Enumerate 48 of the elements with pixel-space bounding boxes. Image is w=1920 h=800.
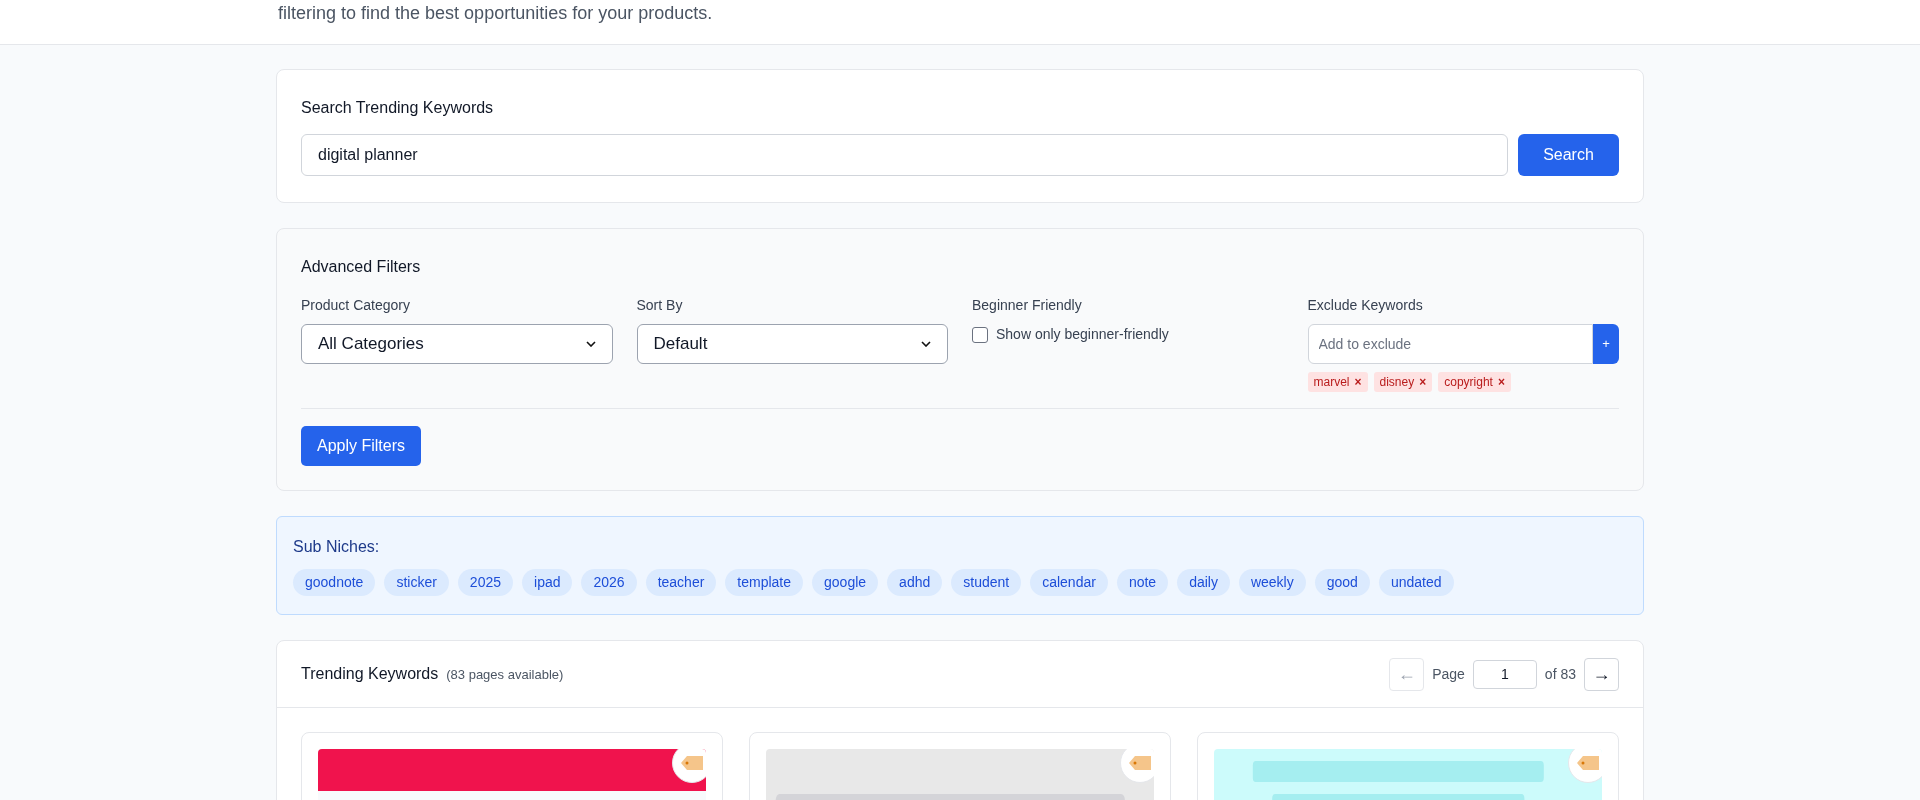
remove-button[interactable]: × xyxy=(1419,373,1427,391)
sub-niche-chip[interactable]: sticker xyxy=(384,569,449,596)
page-label: Page xyxy=(1432,664,1465,684)
sub-niche-chip[interactable]: goodnote xyxy=(293,569,376,596)
apply-filters-button[interactable]: Apply Filters xyxy=(301,426,422,466)
sub-niche-chip[interactable]: weekly xyxy=(1238,569,1306,596)
sub-niches-title: Sub Niches: xyxy=(293,537,381,557)
filter-label: Sort By xyxy=(636,296,684,315)
add-button[interactable]: + xyxy=(1593,324,1619,364)
sub-niche-chip[interactable]: daily xyxy=(1177,569,1230,596)
checkbox[interactable] xyxy=(972,326,988,343)
exclude-tag: marvel × xyxy=(1307,372,1368,392)
sub-niche-chip[interactable]: good xyxy=(1314,569,1370,596)
sub-niche-chip[interactable]: adhd xyxy=(887,569,943,596)
sub-niche-chip[interactable]: google xyxy=(812,569,879,596)
checkbox-label: Show only beginner-friendly xyxy=(996,325,1169,344)
sub-niche-chip[interactable]: note xyxy=(1116,569,1169,596)
next-page-button[interactable]: → xyxy=(1584,657,1619,691)
remove-button[interactable]: × xyxy=(1497,373,1505,391)
sub-niche-chip[interactable]: calendar xyxy=(1030,569,1108,596)
sub-niche-chip[interactable]: 2026 xyxy=(581,569,637,596)
filters-title: Advanced Filters xyxy=(301,257,422,277)
sub-niche-chip[interactable]: template xyxy=(725,569,804,596)
page-field[interactable]: 1 xyxy=(1472,659,1537,689)
search-button[interactable]: Search xyxy=(1518,134,1619,176)
search-field[interactable]: digital planner xyxy=(301,134,1508,176)
sub-niche-chip[interactable]: 2025 xyxy=(457,569,513,596)
filter-label: Beginner Friendly xyxy=(972,296,1083,315)
chevron-down-icon xyxy=(585,341,596,347)
sub-niche-chip[interactable]: ipad xyxy=(522,569,573,596)
filter-label: Exclude Keywords xyxy=(1307,296,1424,315)
select-field[interactable]: All Categories xyxy=(301,324,613,364)
page-subtitle: filtering to find the best opportunities for your products. xyxy=(278,2,714,24)
exclude-tag: copyright × xyxy=(1438,372,1511,392)
price-tag-icon[interactable] xyxy=(672,749,706,783)
exclude-tag: disney × xyxy=(1373,372,1433,392)
pages-note: (83 pages available) xyxy=(446,666,564,684)
remove-button[interactable]: × xyxy=(1354,373,1362,391)
select-field[interactable]: Default xyxy=(636,324,948,364)
sub-niche-chip[interactable]: teacher xyxy=(645,569,717,596)
page-count: of 83 xyxy=(1544,664,1576,684)
trending-title: Trending Keywords xyxy=(301,664,439,684)
filter-label: Product Category xyxy=(301,296,411,315)
chevron-down-icon xyxy=(921,341,931,347)
sub-niche-chip[interactable]: student xyxy=(951,569,1022,596)
exclude-field[interactable]: Add to exclude xyxy=(1307,324,1593,364)
sub-niche-chip[interactable]: undated xyxy=(1378,569,1454,596)
search-title: Search Trending Keywords xyxy=(301,98,495,118)
